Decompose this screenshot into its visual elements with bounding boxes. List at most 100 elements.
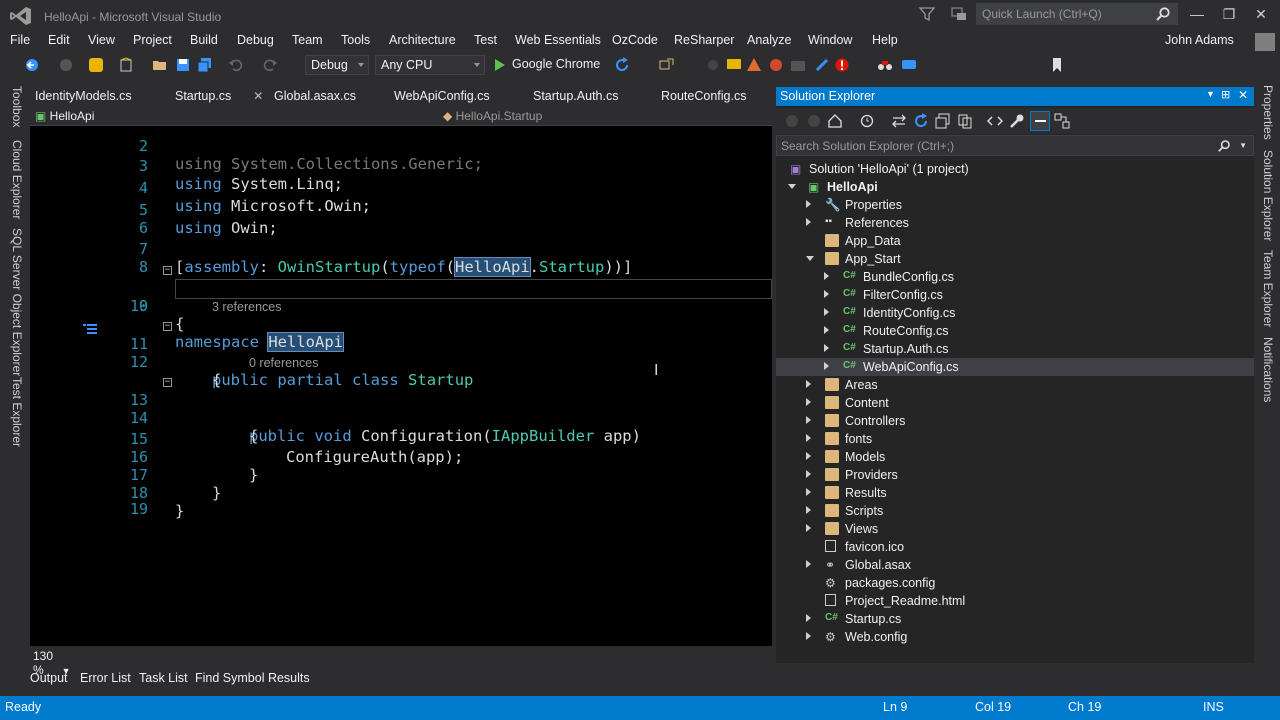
- exception-icon[interactable]: [834, 57, 850, 73]
- tree-item-web-config[interactable]: ⚙ Web.config: [776, 628, 1254, 646]
- quick-launch-input[interactable]: Quick Launch (Ctrl+Q): [976, 3, 1178, 25]
- tree-item-fonts[interactable]: fonts: [776, 430, 1254, 448]
- menu-web-essentials[interactable]: Web Essentials: [515, 33, 601, 47]
- tab-error-list[interactable]: Error List: [80, 671, 131, 685]
- expand-arrow-icon[interactable]: [806, 218, 811, 226]
- configuration-select[interactable]: Debug: [305, 55, 369, 75]
- menu-ozcode[interactable]: OzCode: [612, 33, 658, 47]
- tab-output[interactable]: Output: [30, 671, 68, 685]
- tab-cloud-explorer[interactable]: Cloud Explorer: [10, 140, 24, 219]
- comment-icon[interactable]: [726, 57, 742, 73]
- tree-item-favicon[interactable]: favicon.ico: [776, 538, 1254, 556]
- maximize-button[interactable]: ❐: [1212, 0, 1246, 28]
- back-icon[interactable]: [784, 113, 800, 129]
- menu-view[interactable]: View: [88, 33, 115, 47]
- menu-tools[interactable]: Tools: [341, 33, 370, 47]
- view-code-icon[interactable]: [987, 113, 1003, 129]
- expand-arrow-icon[interactable]: [806, 632, 811, 640]
- tree-item-project[interactable]: ▣ HelloApi: [776, 178, 1254, 196]
- expand-arrow-icon[interactable]: [824, 326, 829, 334]
- tree-item-solution[interactable]: ▣ Solution 'HelloApi' (1 project): [776, 160, 1254, 178]
- properties-wrench-icon[interactable]: [1009, 113, 1025, 129]
- menu-debug[interactable]: Debug: [237, 33, 274, 47]
- menu-team[interactable]: Team: [292, 33, 323, 47]
- collapse-arrow-icon[interactable]: [806, 256, 814, 261]
- pin-icon[interactable]: [814, 57, 830, 73]
- expand-arrow-icon[interactable]: [824, 290, 829, 298]
- member-dropdown[interactable]: ◆ HelloApi.Startup: [443, 109, 542, 123]
- tree-item-controllers[interactable]: Controllers: [776, 412, 1254, 430]
- tree-item-routeconfig[interactable]: C# RouteConfig.cs: [776, 322, 1254, 340]
- expand-arrow-icon[interactable]: [806, 398, 811, 406]
- tab-properties[interactable]: Properties: [1261, 85, 1275, 140]
- user-name[interactable]: John Adams: [1165, 33, 1234, 47]
- chevron-down-icon[interactable]: ▼: [1239, 141, 1247, 150]
- pending-changes-filter-icon[interactable]: [859, 113, 875, 129]
- expand-arrow-icon[interactable]: [824, 344, 829, 352]
- undo-icon[interactable]: [228, 57, 244, 73]
- tree-item-bundleconfig[interactable]: C# BundleConfig.cs: [776, 268, 1254, 286]
- binoculars-icon[interactable]: [877, 57, 893, 73]
- menu-architecture[interactable]: Architecture: [389, 33, 456, 47]
- minimize-button[interactable]: —: [1180, 0, 1214, 28]
- tree-item-filterconfig[interactable]: C# FilterConfig.cs: [776, 286, 1254, 304]
- codelens-references[interactable]: 3 references: [212, 300, 281, 314]
- menu-analyze[interactable]: Analyze: [747, 33, 791, 47]
- home-icon[interactable]: [827, 113, 843, 129]
- tree-item-app-data[interactable]: App_Data: [776, 232, 1254, 250]
- browser-link-icon[interactable]: [659, 57, 675, 73]
- tree-item-providers[interactable]: Providers: [776, 466, 1254, 484]
- expand-arrow-icon[interactable]: [806, 506, 811, 514]
- project-dropdown[interactable]: ▣ HelloApi: [35, 109, 94, 123]
- filter-icon[interactable]: [918, 5, 936, 23]
- menu-test[interactable]: Test: [474, 33, 497, 47]
- platform-select[interactable]: Any CPU: [375, 55, 485, 75]
- tree-item-models[interactable]: Models: [776, 448, 1254, 466]
- search-icon[interactable]: [1217, 139, 1231, 153]
- tree-item-references[interactable]: ▪▪ References: [776, 214, 1254, 232]
- expand-arrow-icon[interactable]: [806, 434, 811, 442]
- menu-build[interactable]: Build: [190, 33, 218, 47]
- open-file-icon[interactable]: [152, 57, 168, 73]
- tab-task-list[interactable]: Task List: [139, 671, 188, 685]
- tree-item-project-readme[interactable]: Project_Readme.html: [776, 592, 1254, 610]
- show-all-files-icon[interactable]: [957, 113, 973, 129]
- tab-startup[interactable]: Startup.cs ✕: [170, 86, 268, 108]
- tab-sql-server-object-explorer[interactable]: SQL Server Object Explorer: [10, 228, 24, 376]
- panel-options-icon[interactable]: ▼: [1206, 89, 1215, 99]
- tab-find-symbol-results[interactable]: Find Symbol Results: [195, 671, 310, 685]
- breakpoint-icon[interactable]: [705, 57, 721, 73]
- menu-help[interactable]: Help: [872, 33, 898, 47]
- tab-global-asax[interactable]: Global.asax.cs: [269, 86, 361, 108]
- tree-item-startup-cs[interactable]: C# Startup.cs: [776, 610, 1254, 628]
- avatar[interactable]: [1255, 33, 1275, 51]
- expand-arrow-icon[interactable]: [806, 614, 811, 622]
- start-debugging-icon[interactable]: [494, 58, 506, 72]
- back-icon[interactable]: [24, 57, 40, 73]
- close-tab-icon[interactable]: ✕: [253, 89, 263, 103]
- expand-arrow-icon[interactable]: [806, 524, 811, 532]
- collapse-icon[interactable]: −: [163, 266, 172, 275]
- tab-solution-explorer[interactable]: Solution Explorer: [1261, 150, 1275, 241]
- tree-item-scripts[interactable]: Scripts: [776, 502, 1254, 520]
- collapse-icon[interactable]: −: [163, 378, 172, 387]
- close-panel-icon[interactable]: ✕: [1238, 88, 1248, 102]
- tab-webapiconfig[interactable]: WebApiConfig.cs: [389, 86, 495, 108]
- tab-routeconfig[interactable]: RouteConfig.cs: [656, 86, 751, 108]
- expand-arrow-icon[interactable]: [806, 416, 811, 424]
- close-window-button[interactable]: ✕: [1244, 0, 1278, 28]
- search-icon[interactable]: [1155, 6, 1171, 22]
- tab-notifications[interactable]: Notifications: [1261, 337, 1275, 402]
- feedback-icon[interactable]: [950, 5, 968, 23]
- expand-arrow-icon[interactable]: [806, 560, 811, 568]
- refresh-icon[interactable]: [913, 113, 929, 129]
- expand-arrow-icon[interactable]: [806, 380, 811, 388]
- code-editor[interactable]: 2 using System.Collections.Generic; 3 us…: [30, 126, 772, 646]
- collapse-icon[interactable]: −: [163, 322, 172, 331]
- tree-item-global-asax[interactable]: ⚭ Global.asax: [776, 556, 1254, 574]
- tab-test-explorer[interactable]: Test Explorer: [10, 377, 24, 447]
- expand-arrow-icon[interactable]: [806, 488, 811, 496]
- bookmark-icon[interactable]: [1049, 57, 1065, 73]
- forward-icon[interactable]: [58, 57, 74, 73]
- save-icon[interactable]: [175, 57, 191, 73]
